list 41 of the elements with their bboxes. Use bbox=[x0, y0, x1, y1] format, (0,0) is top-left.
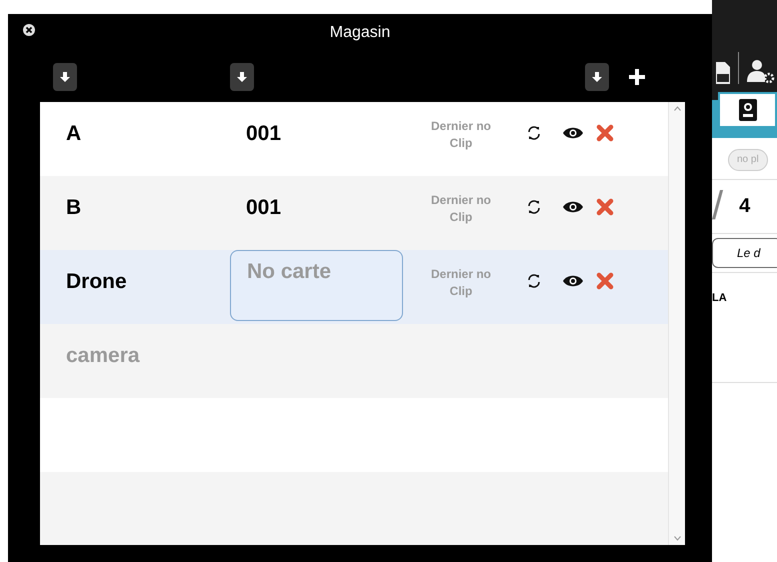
card-number: 001 bbox=[246, 195, 282, 221]
scrollbar[interactable] bbox=[668, 102, 685, 545]
window-title: Magasin bbox=[330, 23, 390, 43]
eye-icon[interactable] bbox=[562, 274, 584, 288]
scroll-up-icon[interactable] bbox=[674, 106, 680, 111]
column-label: LA bbox=[712, 292, 727, 304]
row-name: B bbox=[65, 195, 82, 221]
user-settings-icon[interactable] bbox=[747, 58, 775, 84]
clip-placeholder: Dernier no Clip bbox=[430, 266, 492, 300]
close-icon[interactable] bbox=[23, 24, 35, 36]
delete-icon[interactable] bbox=[596, 198, 614, 216]
add-icon[interactable] bbox=[629, 69, 645, 85]
delete-icon[interactable] bbox=[596, 124, 614, 142]
delete-icon[interactable] bbox=[596, 272, 614, 290]
row-name: A bbox=[65, 121, 82, 147]
sort-down-button[interactable] bbox=[585, 63, 609, 91]
new-row-field[interactable]: camera bbox=[66, 340, 266, 372]
sort-down-button[interactable] bbox=[230, 63, 254, 91]
arrow-down-icon bbox=[59, 71, 71, 83]
camera-icon bbox=[738, 98, 758, 122]
camera-tab[interactable] bbox=[718, 92, 777, 128]
pdf-file-icon[interactable] bbox=[716, 62, 730, 84]
refresh-icon[interactable] bbox=[526, 199, 542, 215]
list-row[interactable]: Drone No carte Dernier no Clip bbox=[40, 250, 668, 324]
sort-down-button[interactable] bbox=[53, 63, 77, 91]
scroll-down-icon[interactable] bbox=[674, 536, 680, 541]
list-row[interactable]: A 001 Dernier no Clip bbox=[40, 102, 668, 176]
refresh-icon[interactable] bbox=[526, 125, 542, 141]
count-value: 4 bbox=[739, 194, 750, 219]
arrow-down-icon bbox=[591, 71, 603, 83]
slash-separator: / bbox=[712, 186, 724, 226]
eye-icon[interactable] bbox=[562, 126, 584, 140]
clip-placeholder: Dernier no Clip bbox=[430, 192, 492, 226]
refresh-icon[interactable] bbox=[526, 273, 542, 289]
eye-icon[interactable] bbox=[562, 200, 584, 214]
row-name: Drone bbox=[65, 269, 128, 295]
clip-placeholder: Dernier no Clip bbox=[430, 118, 492, 152]
card-number: 001 bbox=[246, 121, 282, 147]
arrow-down-icon bbox=[236, 71, 248, 83]
list-row[interactable]: B 001 Dernier no Clip bbox=[40, 176, 668, 250]
card-number-field[interactable]: No carte bbox=[230, 250, 403, 321]
